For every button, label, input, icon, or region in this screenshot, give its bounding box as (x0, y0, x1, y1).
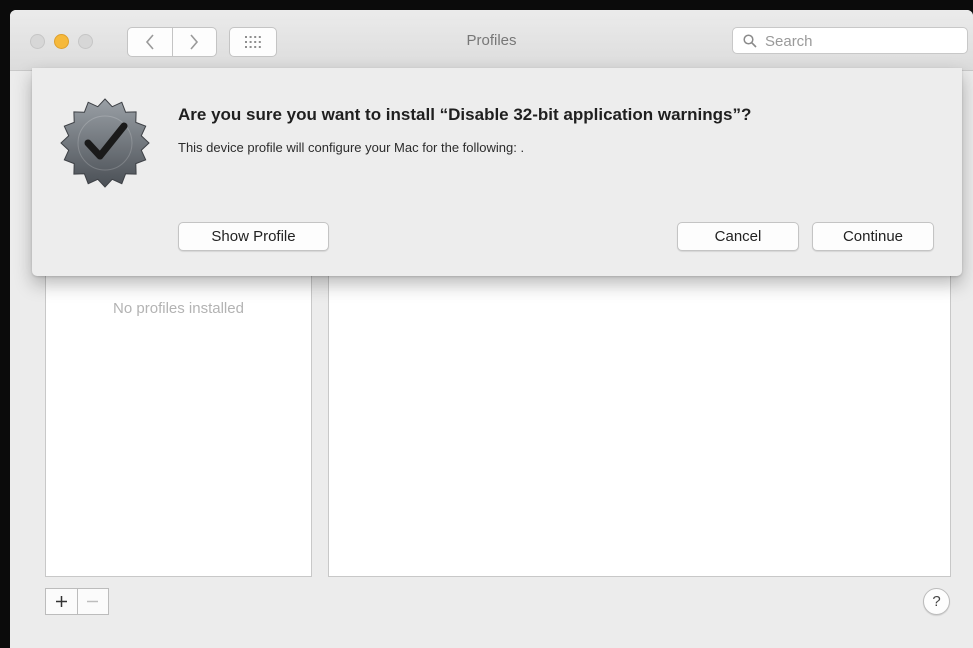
dialog-title: Are you sure you want to install “Disabl… (178, 105, 752, 124)
add-remove-control (45, 588, 109, 615)
continue-button[interactable]: Continue (812, 222, 934, 251)
help-button[interactable]: ? (923, 588, 950, 615)
profiles-list[interactable]: No profiles installed (45, 270, 312, 577)
add-profile-button[interactable] (46, 589, 77, 614)
cancel-button[interactable]: Cancel (677, 222, 799, 251)
search-icon (743, 34, 757, 48)
minus-icon (87, 600, 99, 603)
title-bar: Profiles (10, 10, 973, 71)
empty-list-text: No profiles installed (113, 300, 244, 317)
profile-detail-panel (328, 270, 951, 577)
search-field[interactable] (732, 27, 968, 54)
dialog-message: This device profile will configure your … (178, 140, 525, 155)
search-input[interactable] (763, 30, 962, 53)
show-profile-button[interactable]: Show Profile (178, 222, 329, 251)
plus-icon (55, 596, 67, 607)
verified-checkmark-badge-icon (60, 98, 150, 188)
install-profile-dialog: Are you sure you want to install “Disabl… (32, 68, 962, 276)
system-preferences-window: Profiles No profiles installed ? (10, 10, 973, 648)
remove-profile-button[interactable] (76, 589, 109, 614)
